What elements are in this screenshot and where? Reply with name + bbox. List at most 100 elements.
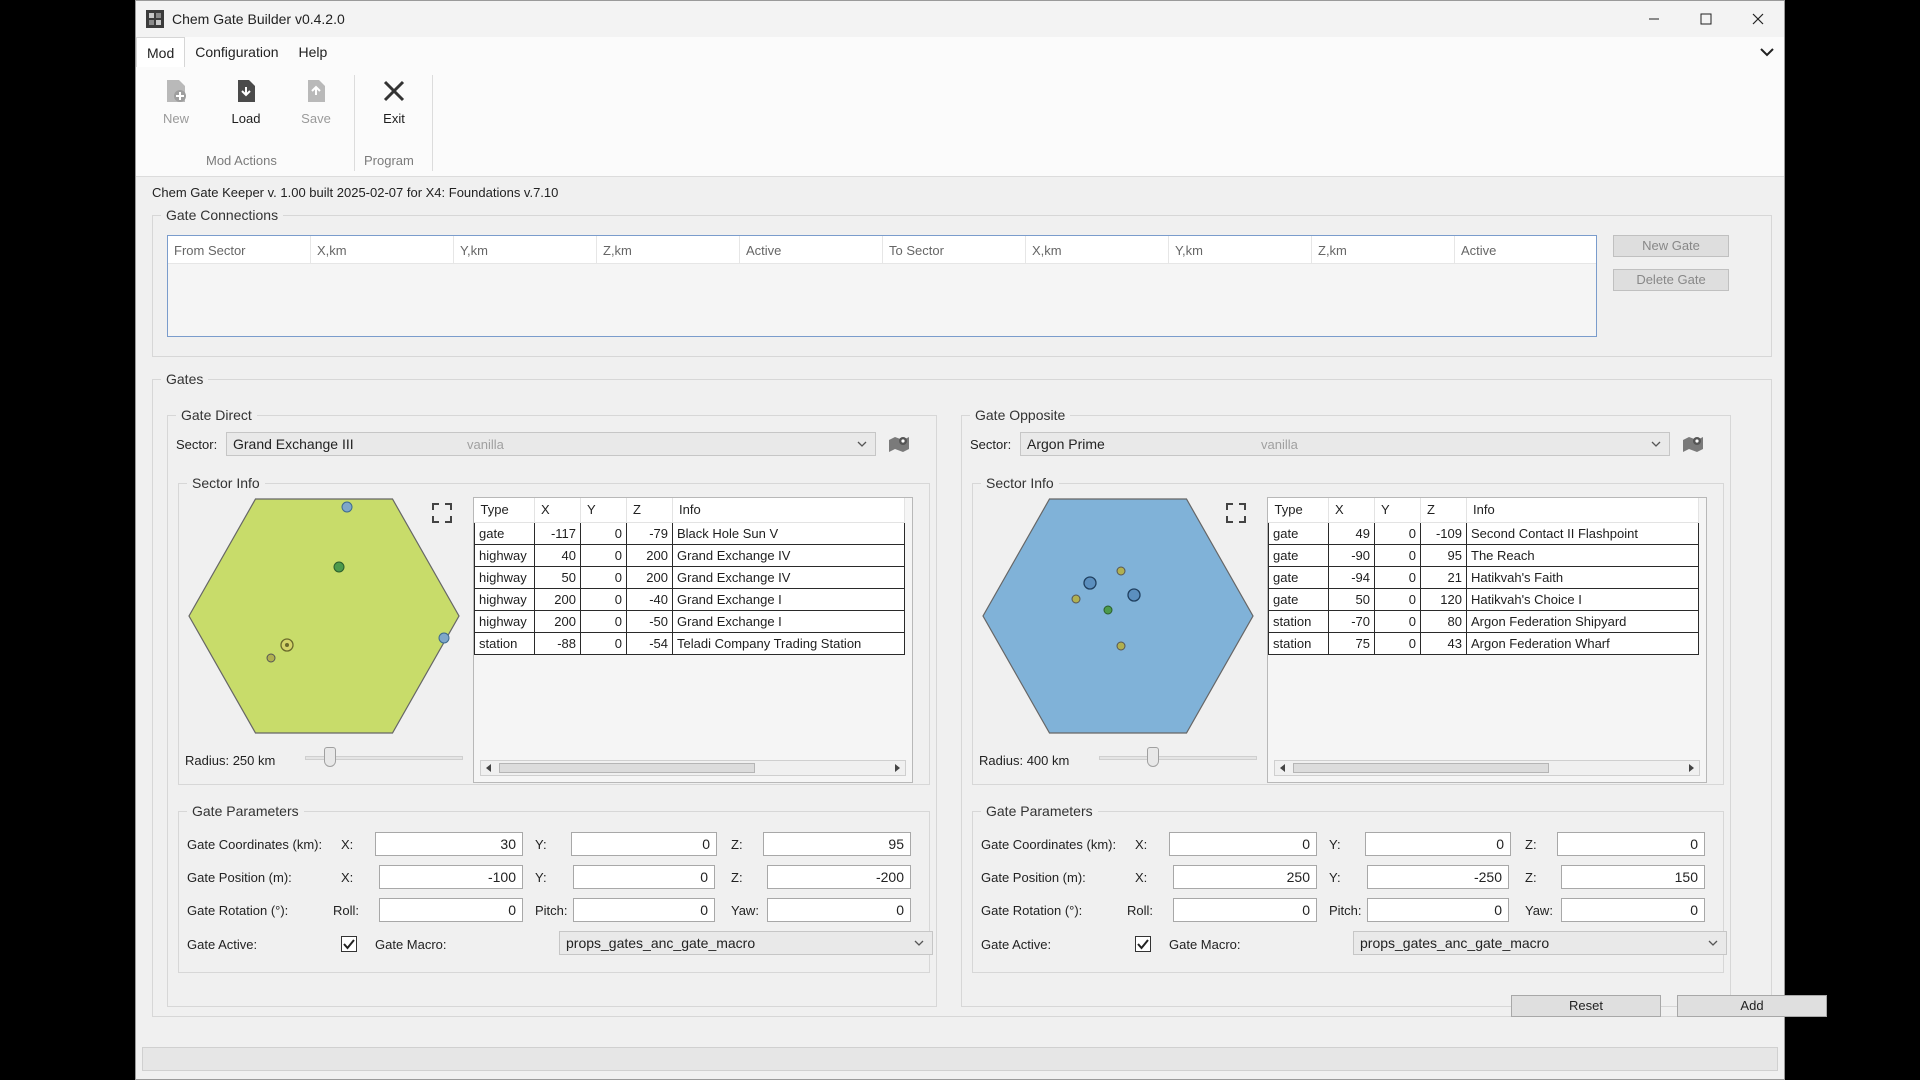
gate-marker[interactable] — [333, 561, 345, 573]
highway-marker[interactable] — [266, 653, 276, 663]
table-row[interactable]: gate -94 0 21 Hatikvah's Faith — [1268, 565, 1699, 589]
direct-pos-z-input[interactable]: -200 — [767, 865, 911, 889]
column-header[interactable]: Active — [740, 236, 883, 263]
close-window-button[interactable] — [1732, 1, 1784, 37]
gate-marker[interactable] — [1083, 576, 1097, 590]
gate-marker[interactable] — [1071, 594, 1081, 604]
menu-help[interactable]: Help — [289, 37, 338, 67]
direct-sector-select[interactable]: Grand Exchange III vanilla — [226, 432, 876, 456]
station-marker[interactable] — [1103, 605, 1113, 615]
scroll-thumb[interactable] — [1293, 763, 1549, 773]
column-header[interactable]: X,km — [1026, 236, 1169, 263]
column-header[interactable]: Y,km — [454, 236, 597, 263]
direct-coord-z-input[interactable]: 95 — [763, 832, 911, 856]
new-button[interactable]: New — [144, 75, 208, 135]
direct-roll-input[interactable]: 0 — [379, 898, 523, 922]
direct-coord-x-input[interactable]: 30 — [375, 832, 523, 856]
gate-marker[interactable] — [1116, 641, 1126, 651]
slider-thumb[interactable] — [1147, 747, 1159, 767]
opposite-coord-y-input[interactable]: 0 — [1365, 832, 1511, 856]
column-header[interactable]: Type — [474, 498, 535, 523]
direct-pos-x-input[interactable]: -100 — [379, 865, 523, 889]
column-header[interactable]: Y — [1374, 498, 1421, 523]
column-header[interactable]: X — [1328, 498, 1375, 523]
direct-gate-active-checkbox[interactable] — [341, 936, 357, 952]
table-row[interactable]: station -88 0 -54 Teladi Company Trading Sta… — [474, 631, 905, 655]
opposite-coord-x-input[interactable]: 0 — [1169, 832, 1317, 856]
table-row[interactable]: highway 200 0 -40 Grand Exchange I — [474, 587, 905, 611]
column-header[interactable]: X,km — [311, 236, 454, 263]
column-header[interactable]: Y,km — [1169, 236, 1312, 263]
table-row[interactable]: station 75 0 43 Argon Federation Wharf — [1268, 631, 1699, 655]
load-button[interactable]: Load — [214, 75, 278, 135]
direct-gate-macro-select[interactable]: props_gates_anc_gate_macro — [559, 931, 933, 955]
gate-marker[interactable] — [438, 632, 450, 644]
column-header[interactable]: X — [534, 498, 581, 523]
opposite-radius-slider[interactable] — [1099, 747, 1257, 769]
direct-table-hscrollbar[interactable] — [480, 760, 906, 776]
opposite-pitch-input[interactable]: 0 — [1367, 898, 1509, 922]
opposite-objects-table[interactable]: Type X Y Z Info gate 49 0 -109 Second Contac… — [1267, 497, 1707, 783]
opposite-sector-select[interactable]: Argon Prime vanilla — [1020, 432, 1670, 456]
reset-button[interactable]: Reset — [1511, 995, 1661, 1017]
column-header[interactable]: Z — [626, 498, 673, 523]
column-header[interactable]: From Sector — [168, 236, 311, 263]
table-row[interactable]: gate 49 0 -109 Second Contact II Flashpoint — [1268, 521, 1699, 545]
column-header[interactable]: Info — [1466, 498, 1699, 523]
add-button[interactable]: Add — [1677, 995, 1827, 1017]
opposite-expand-map-button[interactable] — [1223, 501, 1249, 525]
table-row[interactable]: highway 40 0 200 Grand Exchange IV — [474, 543, 905, 567]
direct-radius-slider[interactable] — [305, 747, 463, 769]
column-header[interactable]: Active — [1455, 236, 1596, 263]
gate-marker[interactable] — [1116, 566, 1126, 576]
table-row[interactable]: gate -90 0 95 The Reach — [1268, 543, 1699, 567]
opposite-coord-z-input[interactable]: 0 — [1557, 832, 1705, 856]
opposite-gate-macro-select[interactable]: props_gates_anc_gate_macro — [1353, 931, 1727, 955]
table-row[interactable]: highway 200 0 -50 Grand Exchange I — [474, 609, 905, 633]
direct-sector-map[interactable] — [187, 497, 461, 735]
opposite-pos-y-input[interactable]: -250 — [1367, 865, 1509, 889]
new-gate-button[interactable]: New Gate — [1613, 235, 1729, 257]
direct-pos-y-input[interactable]: 0 — [573, 865, 715, 889]
direct-coord-y-input[interactable]: 0 — [571, 832, 717, 856]
maximize-button[interactable] — [1680, 1, 1732, 37]
direct-yaw-input[interactable]: 0 — [767, 898, 911, 922]
gates-legend: Gates — [166, 371, 204, 387]
menu-mod[interactable]: Mod — [136, 37, 186, 67]
opposite-gate-active-checkbox[interactable] — [1135, 936, 1151, 952]
station-marker[interactable] — [1127, 588, 1141, 602]
gate-connections-grid[interactable]: From Sector X,km Y,km Z,km Active To Sec… — [167, 235, 1597, 337]
column-header[interactable]: Z — [1420, 498, 1467, 523]
opposite-roll-input[interactable]: 0 — [1173, 898, 1317, 922]
column-header[interactable]: To Sector — [883, 236, 1026, 263]
column-header[interactable]: Y — [580, 498, 627, 523]
menu-configuration[interactable]: Configuration — [185, 37, 288, 67]
opposite-pos-x-input[interactable]: 250 — [1173, 865, 1317, 889]
gate-marker[interactable] — [341, 501, 353, 513]
minimize-button[interactable] — [1628, 1, 1680, 37]
column-header[interactable]: Type — [1268, 498, 1329, 523]
opposite-yaw-input[interactable]: 0 — [1561, 898, 1705, 922]
table-row[interactable]: station -70 0 80 Argon Federation Shipyard — [1268, 609, 1699, 633]
ribbon-collapse-button[interactable] — [1758, 44, 1776, 60]
column-header[interactable]: Info — [672, 498, 905, 523]
table-row[interactable]: gate -117 0 -79 Black Hole Sun V — [474, 521, 905, 545]
station-marker[interactable] — [280, 638, 294, 652]
scroll-thumb[interactable] — [499, 763, 755, 773]
direct-pitch-input[interactable]: 0 — [573, 898, 715, 922]
column-header[interactable]: Z,km — [1312, 236, 1455, 263]
save-button[interactable]: Save — [284, 75, 348, 135]
exit-button[interactable]: Exit — [362, 75, 426, 135]
direct-objects-table[interactable]: Type X Y Z Info gate -117 0 -79 Black Hole S… — [473, 497, 913, 783]
slider-thumb[interactable] — [324, 747, 336, 767]
table-row[interactable]: highway 50 0 200 Grand Exchange IV — [474, 565, 905, 589]
opposite-sector-map[interactable] — [981, 497, 1255, 735]
opposite-pos-z-input[interactable]: 150 — [1561, 865, 1705, 889]
table-row[interactable]: gate 50 0 120 Hatikvah's Choice I — [1268, 587, 1699, 611]
column-header[interactable]: Z,km — [597, 236, 740, 263]
delete-gate-button[interactable]: Delete Gate — [1613, 269, 1729, 291]
opposite-sector-map-button[interactable] — [1680, 432, 1706, 456]
direct-sector-map-button[interactable] — [886, 432, 912, 456]
opposite-table-hscrollbar[interactable] — [1274, 760, 1700, 776]
direct-expand-map-button[interactable] — [429, 501, 455, 525]
